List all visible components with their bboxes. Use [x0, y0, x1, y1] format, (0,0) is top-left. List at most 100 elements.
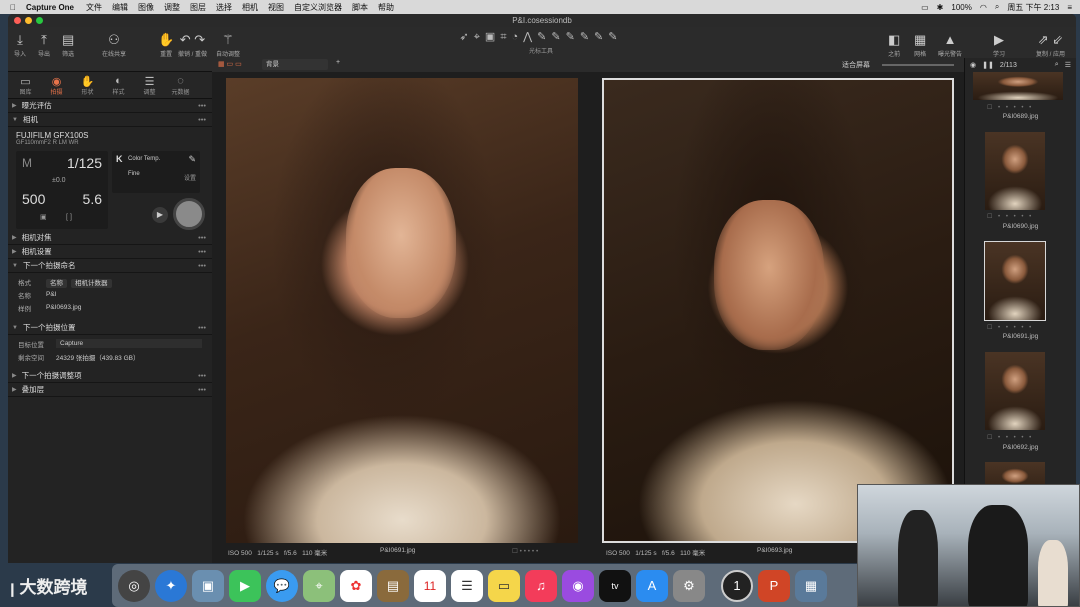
ev-value[interactable]: ±0.0 — [52, 177, 66, 184]
search-icon[interactable]: ⌕ — [1055, 61, 1059, 69]
eyedropper-icon[interactable]: ✎ — [188, 154, 196, 165]
sort-icon[interactable]: ☰ — [1065, 61, 1071, 69]
music-icon[interactable]: ♫ — [525, 569, 557, 602]
tab-capture[interactable]: ◉ 拍摄 — [41, 72, 72, 98]
display-icon[interactable]: ▭ — [921, 3, 929, 12]
menu-custom-browser[interactable]: 自定义浏览器 — [294, 2, 342, 13]
menu-image[interactable]: 图像 — [138, 2, 154, 13]
contacts-icon[interactable]: ▤ — [377, 569, 409, 602]
clock[interactable]: 周五 下午 2:13 — [1007, 2, 1059, 13]
thumbnail[interactable] — [985, 132, 1045, 210]
cursor-tools[interactable]: ➶⌖▣⌗◔⋀✎✎✎✎✎✎ 光标工具 — [416, 30, 666, 55]
section-camera-settings[interactable]: ▶ 相机设置 ••• — [8, 245, 212, 259]
app-store-icon[interactable]: A — [636, 569, 668, 602]
quality-value[interactable]: Fine — [128, 171, 140, 177]
menu-script[interactable]: 脚本 — [352, 2, 368, 13]
compass-app-icon[interactable]: ◎ — [118, 569, 150, 602]
safari-icon[interactable]: ✦ — [155, 569, 187, 602]
tv-icon[interactable]: tv — [599, 569, 631, 602]
more-icon[interactable]: ••• — [198, 101, 206, 110]
menu-help[interactable]: 帮助 — [378, 2, 394, 13]
menu-file[interactable]: 文件 — [86, 2, 102, 13]
search-icon[interactable]: ⌕ — [995, 2, 999, 12]
filter-button[interactable]: ▤ 筛选 — [62, 31, 74, 58]
pause-icon[interactable]: ❚❚ — [982, 61, 994, 69]
section-camera-focus[interactable]: ▶ 相机对焦 ••• — [8, 231, 212, 245]
calendar-icon[interactable]: 11 — [414, 569, 446, 602]
cursor-tools-icons[interactable]: ➶⌖▣⌗◔⋀✎✎✎✎✎✎ — [416, 30, 666, 44]
section-next-capture-location[interactable]: ▼ 下一个拍摄位置 ••• — [8, 321, 212, 335]
more-icon[interactable]: ••• — [198, 385, 206, 394]
tab-library[interactable]: ▭ 图库 — [10, 72, 41, 98]
shutter-value[interactable]: 1/125 — [67, 155, 102, 171]
notes-icon[interactable]: ▭ — [488, 569, 520, 602]
settings-label[interactable]: 设置 — [184, 173, 196, 182]
photo-right-selected[interactable] — [602, 78, 954, 543]
menu-app-name[interactable]: Capture One — [26, 3, 74, 12]
bluetooth-icon[interactable]: ✱ — [937, 3, 944, 12]
mode-value[interactable]: M — [22, 156, 32, 170]
copy-apply-button[interactable]: ⇗ ⇙ 复制 / 应用 — [1036, 31, 1065, 58]
wb-mode[interactable]: Color Temp. — [128, 156, 160, 162]
more-icon[interactable]: ••• — [198, 261, 206, 270]
section-next-capture-adjustments[interactable]: ▶ 下一个拍摄调整项 ••• — [8, 369, 212, 383]
system-preferences-icon[interactable]: ⚙ — [673, 569, 705, 602]
more-icon[interactable]: ••• — [198, 233, 206, 242]
viewer-mode-icons[interactable]: ▦ ▭ ▭ — [218, 60, 242, 68]
minimize-button[interactable] — [25, 17, 32, 24]
before-button[interactable]: ◧ 之前 — [888, 31, 900, 58]
zoom-slider[interactable] — [882, 64, 954, 66]
more-icon[interactable]: ••• — [198, 115, 206, 124]
token-counter[interactable]: 相机计数器 — [71, 278, 112, 288]
thumbnail[interactable] — [985, 352, 1045, 430]
maps-icon[interactable]: ⌖ — [303, 569, 335, 602]
more-icon[interactable]: ••• — [198, 247, 206, 256]
add-icon[interactable]: + — [336, 59, 340, 66]
section-overlay[interactable]: ▶ 叠加层 ••• — [8, 383, 212, 397]
thumbnail-rating[interactable]: ☐ • • • • • — [987, 324, 1033, 331]
format-field[interactable]: 名称 相机计数器 — [46, 277, 202, 288]
menu-view[interactable]: 视图 — [268, 2, 284, 13]
control-center-icon[interactable]: ≡ — [1067, 3, 1072, 12]
section-camera[interactable]: ▼ 相机 ••• — [8, 113, 212, 127]
grid-button[interactable]: ▦ 网格 — [914, 31, 926, 58]
token-name[interactable]: 名称 — [46, 278, 67, 288]
undo-redo-button[interactable]: ↶ ↷ 撤销 / 重做 — [178, 31, 207, 58]
section-exposure-eval[interactable]: ▶ 曝光评估 ••• — [8, 99, 212, 113]
export-button[interactable]: ⤒ 导出 — [38, 31, 50, 58]
close-button[interactable] — [14, 17, 21, 24]
photos-icon[interactable]: ✿ — [340, 569, 372, 602]
tab-metadata[interactable]: ◌ 元数据 — [165, 72, 196, 98]
left-rating[interactable]: ☐ • • • • • — [512, 547, 538, 557]
auto-adjust-button[interactable]: ⚚ 自动调整 — [216, 31, 240, 58]
exposure-warning-button[interactable]: ▲ 曝光警告 — [938, 31, 962, 58]
menu-layer[interactable]: 图层 — [190, 2, 206, 13]
eye-icon[interactable]: ◉ — [970, 61, 976, 69]
thumbnail[interactable] — [973, 72, 1063, 100]
tab-shape[interactable]: ✋ 形状 — [72, 72, 103, 98]
apple-icon[interactable]:  — [10, 3, 16, 12]
more-icon[interactable]: ••• — [198, 371, 206, 380]
more-icon[interactable]: ••• — [198, 323, 206, 332]
name-field[interactable]: P&I — [46, 291, 202, 298]
fit-screen-label[interactable]: 适合屏幕 — [842, 60, 870, 70]
online-share-button[interactable]: ⚇ 在线共享 — [102, 31, 126, 58]
photo-left[interactable] — [226, 78, 578, 543]
facetime-icon[interactable]: ▶ — [229, 569, 261, 602]
thumbnail-rating[interactable]: ☐ • • • • • — [987, 213, 1033, 220]
iso-value[interactable]: 500 — [22, 191, 45, 207]
live-view-icon[interactable]: ▶ — [152, 207, 168, 223]
capture-button[interactable] — [173, 198, 205, 230]
tab-adjust[interactable]: ☰ 调整 — [134, 72, 165, 98]
thumbnail-selected[interactable] — [984, 241, 1046, 321]
thumbnail-rating[interactable]: ☐ • • • • • — [987, 434, 1033, 441]
menu-select[interactable]: 选择 — [216, 2, 232, 13]
capture-one-icon[interactable]: 1 — [721, 569, 753, 602]
background-select[interactable]: 背景 — [262, 59, 328, 70]
messages-icon[interactable]: 💬 — [266, 569, 298, 602]
zoom-button[interactable] — [36, 17, 43, 24]
aperture-value[interactable]: 5.6 — [83, 191, 102, 207]
learn-button[interactable]: ▶ 学习 — [993, 31, 1005, 58]
menu-camera[interactable]: 相机 — [242, 2, 258, 13]
reset-button[interactable]: ✋ 重置 — [158, 31, 174, 58]
